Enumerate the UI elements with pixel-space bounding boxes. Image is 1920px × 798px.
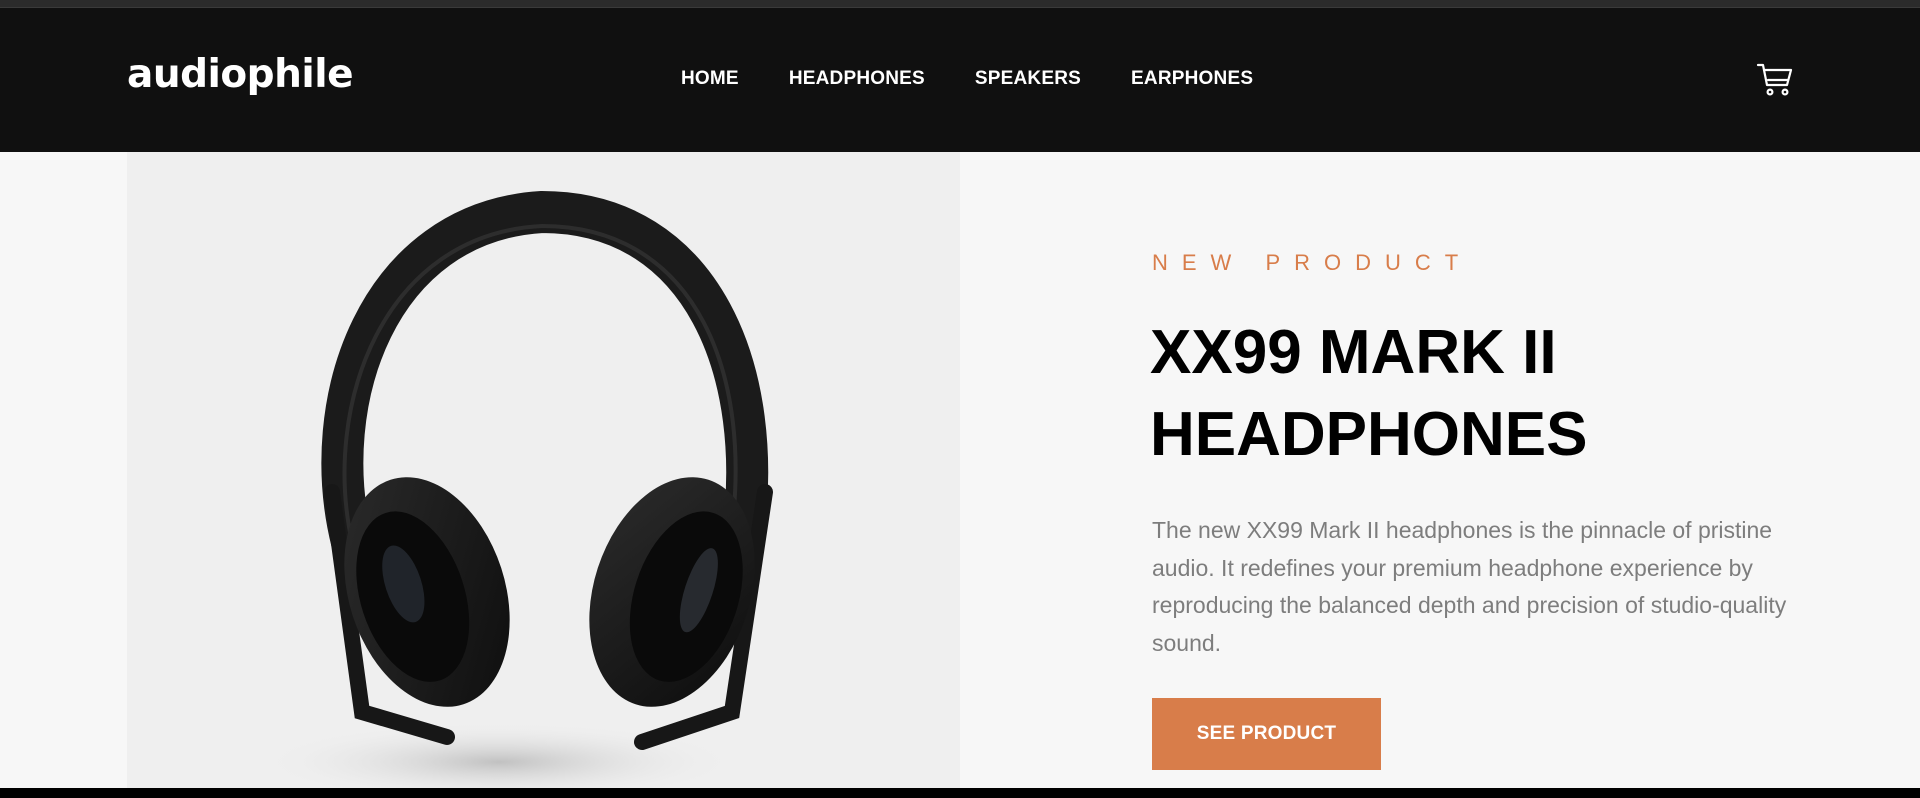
hero-title-line2: HEADPHONES <box>1150 400 1588 469</box>
nav-item-home[interactable]: HOME <box>681 68 739 90</box>
main-nav: HOME HEADPHONES SPEAKERS EARPHONES <box>681 68 1253 90</box>
hero-title-line1: XX99 MARK II <box>1150 318 1557 387</box>
see-product-button[interactable]: SEE PRODUCT <box>1152 698 1381 770</box>
hero-overline: NEW PRODUCT <box>1152 250 1473 275</box>
hero-section: NEW PRODUCT XX99 MARK II HEADPHONES The … <box>0 152 1920 788</box>
browser-top-strip <box>0 0 1920 8</box>
hero-title: XX99 MARK II HEADPHONES <box>1150 312 1670 476</box>
nav-item-speakers[interactable]: SPEAKERS <box>975 68 1081 90</box>
brand-logo[interactable]: audiophile <box>127 52 354 97</box>
cart-icon[interactable] <box>1756 60 1794 98</box>
site-header: audiophile HOME HEADPHONES SPEAKERS EARP… <box>0 8 1920 159</box>
nav-item-headphones[interactable]: HEADPHONES <box>789 68 925 90</box>
hero-description: The new XX99 Mark II headphones is the p… <box>1152 517 1787 656</box>
hero-product-image <box>127 152 960 788</box>
nav-item-earphones[interactable]: EARPHONES <box>1131 68 1253 90</box>
bottom-edge-bar <box>0 788 1920 798</box>
